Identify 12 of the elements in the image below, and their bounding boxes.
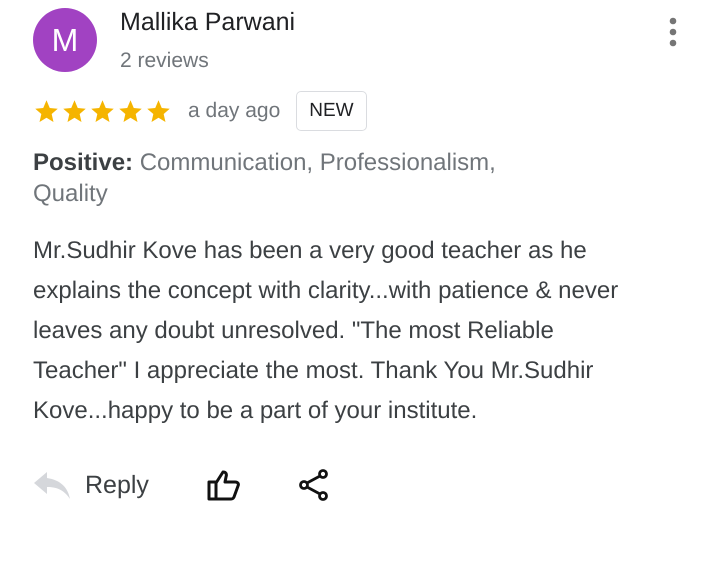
new-badge: NEW: [296, 91, 367, 131]
review-time: a day ago: [188, 99, 280, 123]
reply-icon: [33, 470, 71, 500]
reply-button[interactable]: Reply: [33, 470, 149, 500]
more-options-icon[interactable]: [667, 16, 679, 48]
highlights-text: Positive: Communication, Professionalism, Quality: [33, 148, 497, 209]
share-icon[interactable]: [298, 469, 329, 501]
author-name: Mallika Parwani: [120, 8, 296, 37]
avatar: M: [33, 8, 97, 72]
review-count: 2 reviews: [120, 49, 210, 73]
thumbs-up-icon[interactable]: [206, 469, 241, 501]
review-text: Mr.Sudhir Kove has been a very good teacher as he explains the concept with clarity...with patience & never leaves any doubt unresolved. "The most Reliable Teacher" I appreciate the most. Thank You Mr.Sudhir Kove...happy to be a part of your institute.: [33, 236, 620, 426]
